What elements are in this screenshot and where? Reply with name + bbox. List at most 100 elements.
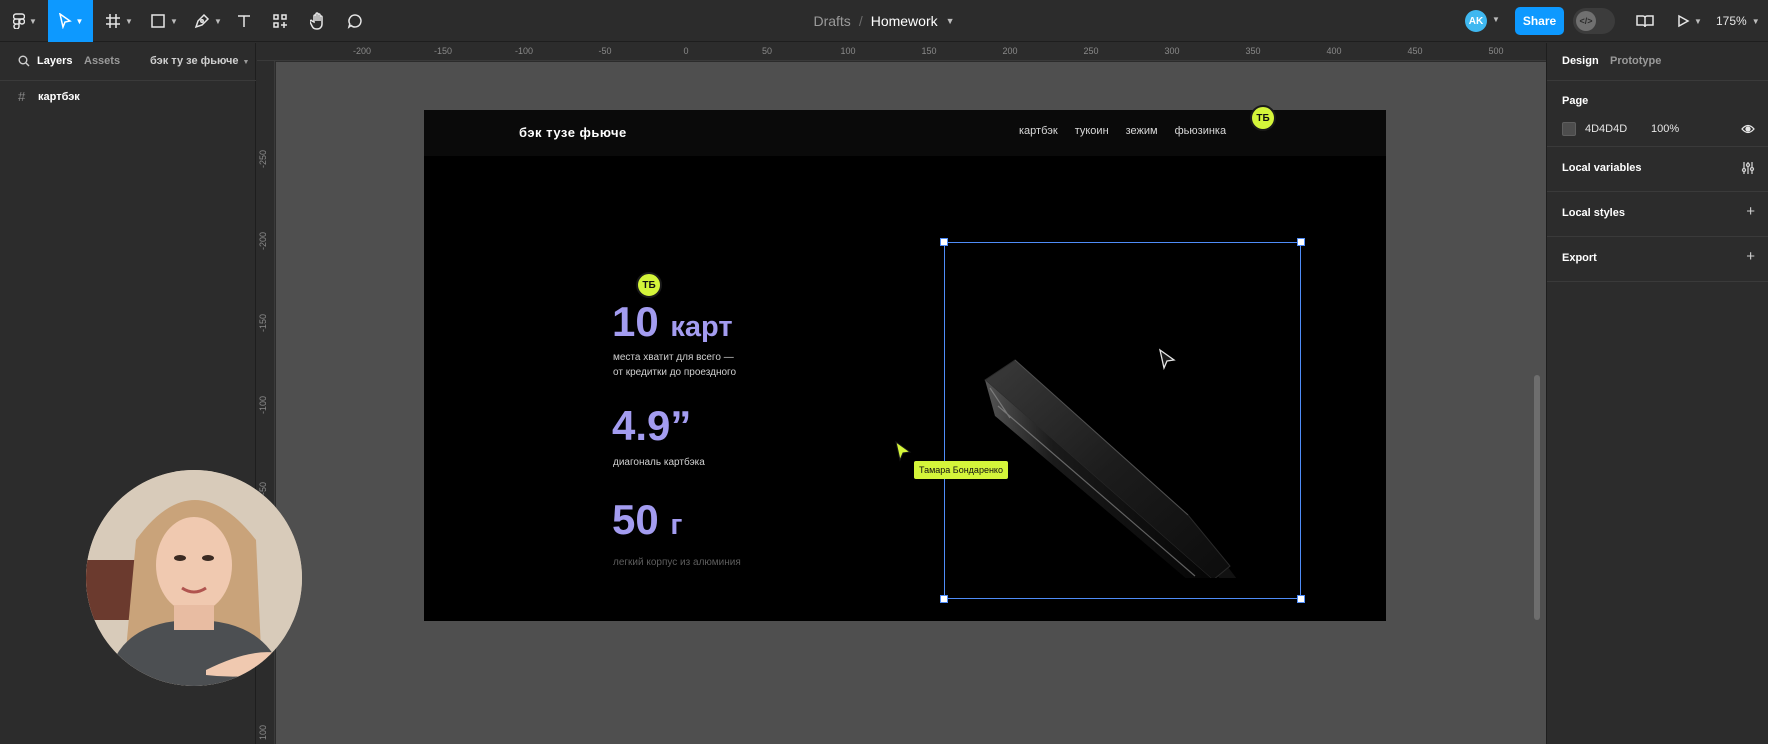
stat-unit: карт [670,311,733,343]
search-icon[interactable] [18,55,30,67]
hand-icon [310,12,323,30]
comment-bubble-icon [347,14,362,29]
ruler-tick-label: 400 [1326,46,1342,56]
figma-app: ▼ ▼ ▼ ▼ ▼ Drafts / Homework ▼ AK ▼ Share… [0,0,1768,744]
chevron-down-icon: ▼ [75,16,84,26]
breadcrumb-separator: / [858,13,863,29]
add-plus-icon[interactable]: + [1746,248,1755,265]
nav-link-cardback[interactable]: картбэк [1019,125,1058,137]
ruler-tick-label: 200 [1002,46,1018,56]
ruler-tick-label: 0 [683,46,689,56]
collaborator-avatar-badge[interactable]: ТБ [1250,105,1276,131]
frame-tool-button[interactable]: ▼ [100,0,138,42]
webcam-presenter-video [86,470,302,686]
collaborator-cursor-icon [895,440,912,462]
dev-mode-toggle[interactable]: </> [1573,8,1615,34]
pen-icon [194,13,210,29]
selection-bounding-box[interactable] [944,242,1301,599]
resources-tool-button[interactable] [268,0,292,42]
chevron-down-icon: ▼ [29,16,37,26]
eye-visibility-icon[interactable] [1741,123,1755,135]
stat-weight-desc: легкий корпус из алюминия [613,557,741,568]
share-button[interactable]: Share [1515,7,1564,35]
toolbar: ▼ ▼ ▼ ▼ ▼ Drafts / Homework ▼ AK ▼ Share… [0,0,1768,42]
ruler-tick-label: -50 [598,46,612,56]
page-section-title: Page [1562,95,1589,107]
right-panel-tabs: Design Prototype [1547,43,1768,81]
tab-layers[interactable]: Layers [37,55,72,67]
chevron-down-icon: ▼ [242,59,250,66]
play-icon [1678,14,1690,28]
breadcrumb-drafts[interactable]: Drafts [813,13,850,29]
nav-link-tucoin[interactable]: тукоин [1075,125,1109,137]
figma-menu-button[interactable]: ▼ [10,0,40,42]
page-section: Page 4D4D4D 100% [1547,81,1768,147]
library-button[interactable] [1630,0,1660,42]
page-selector[interactable]: бэк ту зе фьюче ▼ [150,55,249,67]
chevron-down-icon[interactable]: ▼ [946,16,955,26]
comment-tool-button[interactable] [342,0,368,42]
tab-assets[interactable]: Assets [84,55,120,67]
page-color-hex[interactable]: 4D4D4D [1585,123,1627,135]
present-button[interactable]: ▼ [1672,0,1706,42]
pen-tool-button[interactable]: ▼ [190,0,226,42]
local-styles-section[interactable]: Local styles + [1547,192,1768,237]
zoom-control[interactable]: 175% ▼ [1716,0,1760,42]
stat-desc-line: места хватит для всего — [613,352,734,363]
resources-icon [273,14,287,28]
chevron-down-icon[interactable]: ▼ [1492,15,1500,24]
ruler-top: -200 -150 -100 -50 0 50 100 150 200 250 300 350 400 4… [257,43,1546,61]
resize-handle-top-left[interactable] [940,238,948,246]
page-color-swatch[interactable] [1562,122,1576,136]
variables-settings-icon[interactable] [1741,161,1755,175]
code-brackets-icon: </> [1576,11,1596,31]
resize-handle-bottom-right[interactable] [1297,595,1305,603]
shape-tool-button[interactable]: ▼ [146,0,182,42]
resize-handle-bottom-left[interactable] [940,595,948,603]
stat-number: 10 [612,298,659,345]
ruler-tick-label: 300 [1164,46,1180,56]
vertical-scrollbar[interactable] [1534,375,1540,620]
user-avatar[interactable]: AK [1465,10,1487,32]
frame-hash-icon: # [18,89,26,104]
chevron-down-icon: ▼ [1751,16,1760,26]
resize-handle-top-right[interactable] [1297,238,1305,246]
ruler-tick-label: 100 [258,724,268,740]
nav-link-zezhim[interactable]: зежим [1126,125,1158,137]
local-variables-title: Local variables [1562,162,1642,174]
ruler-tick-label: -200 [258,231,268,250]
move-tool-button[interactable]: ▼ [48,0,93,42]
nav-link-fusion[interactable]: фьюзинка [1175,125,1226,137]
stat-weight-number: 50 г [612,496,682,544]
tab-prototype[interactable]: Prototype [1610,55,1661,67]
layer-label: картбэк [38,91,80,103]
ruler-tick-label: 150 [921,46,937,56]
stat-number: 50 [612,496,659,543]
breadcrumb: Drafts / Homework ▼ [0,0,1768,42]
tab-design[interactable]: Design [1562,55,1599,67]
chevron-down-icon: ▼ [125,16,133,26]
file-name[interactable]: Homework [871,13,938,29]
collaborator-avatar-badge[interactable]: ТБ [636,272,662,298]
hand-tool-button[interactable] [305,0,331,42]
export-section[interactable]: Export + [1547,237,1768,282]
properties-panel: Design Prototype Page 4D4D4D 100% Local … [1546,43,1768,744]
chevron-down-icon: ▼ [1694,16,1702,26]
figma-logo-icon [13,13,26,29]
local-variables-section[interactable]: Local variables [1547,147,1768,192]
stat-diagonal-desc: диагональ картбэка [613,457,705,468]
text-icon [238,15,250,27]
page-opacity[interactable]: 100% [1651,123,1679,135]
ruler-tick-label: -150 [258,313,268,332]
stat-cards-number: 10 карт [612,298,733,346]
ruler-tick-label: 500 [1488,46,1504,56]
ruler-tick-label: -100 [514,46,534,56]
add-plus-icon[interactable]: + [1746,203,1755,220]
ruler-tick-label: 250 [1083,46,1099,56]
ruler-tick-label: 50 [761,46,773,56]
frame-hash-icon [106,14,121,28]
left-panel-tabs: Layers Assets бэк ту зе фьюче ▼ [0,43,256,81]
layer-item[interactable]: # картбэк [0,85,256,109]
text-tool-button[interactable] [232,0,256,42]
stat-cards-desc: места хватит для всего — от кредитки до … [613,350,736,380]
